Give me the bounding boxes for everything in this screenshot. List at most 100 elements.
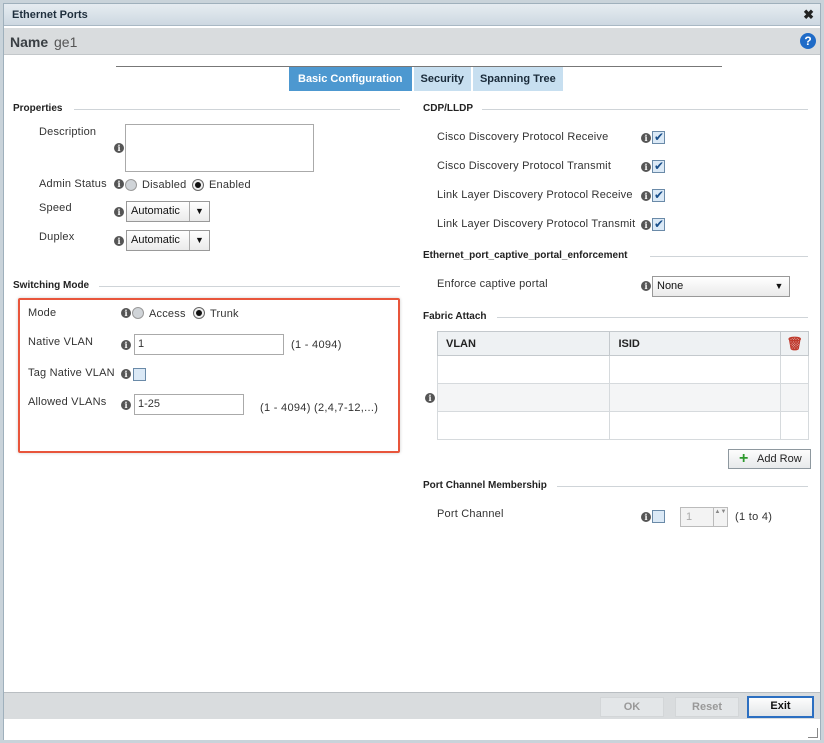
ethernet-ports-dialog: Ethernet Ports ✖ Name ge1 ? Basic Config… [3, 3, 821, 740]
properties-divider [74, 109, 400, 110]
description-info-icon[interactable]: i [114, 143, 124, 153]
add-row-label: Add Row [757, 453, 802, 465]
description-label: Description [39, 126, 97, 138]
cdp-lldp-divider [482, 109, 808, 110]
enforce-captive-portal-label: Enforce captive portal [437, 278, 548, 290]
chevron-down-icon: ▼ [189, 202, 209, 221]
duplex-select[interactable]: Automatic ▼ [126, 230, 210, 251]
cdp-lldp-section-title: CDP/LLDP [423, 103, 473, 114]
resize-grip-icon[interactable] [808, 728, 818, 738]
table-header-row: VLAN ISID 🗑 [436, 331, 810, 356]
port-channel-checkbox[interactable] [652, 510, 665, 523]
table-row[interactable] [436, 411, 810, 440]
mode-trunk-radio[interactable] [193, 307, 205, 319]
spin-arrows-icon[interactable]: ▲▼ [713, 508, 727, 526]
port-channel-stepper[interactable]: 1 ▲▼ [680, 507, 728, 527]
status-bar [4, 719, 820, 740]
lldp-transmit-label: Link Layer Discovery Protocol Transmit [437, 218, 636, 230]
tag-native-vlan-label: Tag Native VLAN [28, 367, 115, 379]
mode-access-radio[interactable] [132, 307, 144, 319]
admin-status-disabled-radio[interactable] [125, 179, 137, 191]
column-header-isid[interactable]: ISID [609, 331, 781, 356]
switching-mode-section-title: Switching Mode [13, 280, 90, 291]
column-header-vlan[interactable]: VLAN [436, 331, 611, 356]
dialog-footer: OK Reset Exit [4, 692, 820, 719]
tab-spanning-tree[interactable]: Spanning Tree [472, 67, 563, 91]
admin-status-enabled-radio[interactable] [192, 179, 204, 191]
speed-info-icon[interactable]: i [114, 207, 124, 217]
table-row[interactable] [436, 355, 810, 384]
admin-status-disabled-label: Disabled [142, 179, 187, 191]
cdp-receive-checkbox[interactable] [652, 130, 665, 144]
fabric-attach-info-icon[interactable]: i [425, 393, 435, 403]
native-vlan-range: (1 - 4094) [291, 339, 342, 351]
switching-mode-divider [99, 286, 400, 287]
tag-native-vlan-checkbox[interactable] [133, 368, 146, 381]
admin-status-enabled-label: Enabled [209, 179, 251, 191]
chevron-down-icon: ▼ [189, 231, 209, 250]
name-value: ge1 [54, 34, 78, 50]
allowed-vlans-input[interactable]: 1-25 [134, 394, 244, 415]
speed-label: Speed [39, 202, 72, 214]
fabric-attach-section-title: Fabric Attach [423, 311, 487, 322]
allowed-vlans-label: Allowed VLANs [28, 396, 107, 408]
cdp-receive-label: Cisco Discovery Protocol Receive [437, 131, 609, 143]
allowed-vlans-range: (1 - 4094) (2,4,7-12,...) [260, 402, 379, 414]
captive-portal-section-title: Ethernet_port_captive_portal_enforcement [423, 250, 628, 261]
close-icon[interactable]: ✖ [803, 7, 814, 23]
port-channel-info-icon[interactable]: i [641, 512, 651, 522]
delete-column-header: 🗑 [779, 331, 810, 356]
enforce-captive-portal-info-icon[interactable]: i [641, 281, 651, 291]
native-vlan-input[interactable]: 1 [134, 334, 284, 355]
duplex-info-icon[interactable]: i [114, 236, 124, 246]
mode-info-icon[interactable]: i [121, 308, 131, 318]
exit-button[interactable]: Exit [747, 696, 814, 718]
lldp-transmit-checkbox[interactable] [652, 217, 665, 231]
plus-icon: + [739, 450, 749, 467]
enforce-captive-portal-value: None [657, 280, 684, 292]
speed-select[interactable]: Automatic ▼ [126, 201, 210, 222]
trash-icon[interactable]: 🗑 [786, 336, 803, 351]
admin-status-info-icon[interactable]: i [114, 179, 124, 189]
lldp-transmit-info-icon[interactable]: i [641, 220, 651, 230]
duplex-label: Duplex [39, 231, 75, 243]
chevron-down-icon: ▼ [774, 281, 784, 291]
fabric-attach-table: VLAN ISID 🗑 [436, 331, 810, 440]
name-label: Name [10, 34, 49, 50]
cdp-receive-info-icon[interactable]: i [641, 133, 651, 143]
tab-security[interactable]: Security [413, 67, 471, 91]
name-bar: Name ge1 ? [4, 28, 820, 55]
port-channel-range: (1 to 4) [735, 511, 773, 523]
port-channel-section-title: Port Channel Membership [423, 480, 547, 491]
duplex-select-value: Automatic [131, 234, 180, 246]
ok-button[interactable]: OK [600, 697, 664, 717]
help-icon[interactable]: ? [800, 33, 816, 49]
native-vlan-label: Native VLAN [28, 336, 94, 348]
dialog-title: Ethernet Ports [12, 9, 88, 21]
lldp-receive-checkbox[interactable] [652, 188, 665, 202]
properties-section-title: Properties [13, 103, 63, 114]
lldp-receive-label: Link Layer Discovery Protocol Receive [437, 189, 633, 201]
mode-label: Mode [28, 307, 57, 319]
tab-basic-configuration[interactable]: Basic Configuration [289, 67, 412, 91]
speed-select-value: Automatic [131, 205, 180, 217]
add-row-button[interactable]: + Add Row [728, 449, 811, 469]
lldp-receive-info-icon[interactable]: i [641, 191, 651, 201]
cdp-transmit-info-icon[interactable]: i [641, 162, 651, 172]
native-vlan-info-icon[interactable]: i [121, 340, 131, 350]
port-channel-stepper-value: 1 [686, 511, 693, 523]
description-field[interactable] [125, 124, 314, 172]
fabric-attach-divider [497, 317, 808, 318]
allowed-vlans-info-icon[interactable]: i [121, 400, 131, 410]
dialog-titlebar: Ethernet Ports ✖ [4, 4, 820, 26]
cdp-transmit-checkbox[interactable] [652, 159, 665, 173]
reset-button[interactable]: Reset [675, 697, 739, 717]
captive-portal-divider [650, 256, 808, 257]
tag-native-vlan-info-icon[interactable]: i [121, 369, 131, 379]
table-row[interactable] [436, 383, 810, 412]
admin-status-label: Admin Status [39, 178, 107, 190]
tab-bar: Basic Configuration Security Spanning Tr… [289, 67, 565, 91]
port-channel-label: Port Channel [437, 508, 504, 520]
enforce-captive-portal-select[interactable]: None ▼ [652, 276, 790, 297]
mode-access-label: Access [149, 308, 186, 320]
